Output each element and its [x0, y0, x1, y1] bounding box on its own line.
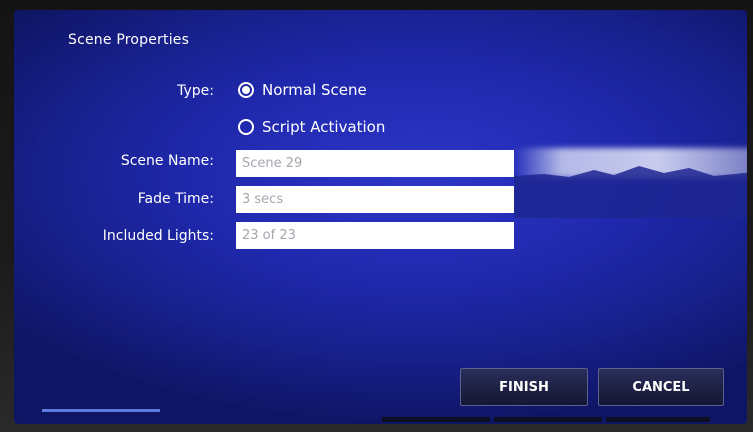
radio-normal-scene[interactable]: Normal Scene — [238, 81, 367, 99]
cancel-button[interactable]: CANCEL — [598, 368, 724, 406]
bottom-bar-segment — [606, 417, 710, 422]
finish-button[interactable]: FINISH — [460, 368, 588, 406]
included-lights-label: Included Lights: — [102, 228, 214, 244]
bottom-bar-segment — [494, 417, 602, 422]
bottom-accent-line — [42, 409, 160, 412]
type-label: Type: — [177, 83, 214, 99]
radio-normal-scene-label: Normal Scene — [262, 81, 367, 99]
radio-script-activation-label: Script Activation — [262, 118, 386, 136]
touch-screen: Scene Properties Type: Normal Scene Scri… — [14, 10, 747, 424]
scene-name-field[interactable]: Scene 29 — [236, 150, 514, 177]
radio-unselected-icon[interactable] — [238, 119, 254, 135]
included-lights-field[interactable]: 23 of 23 — [236, 222, 514, 249]
radio-script-activation[interactable]: Script Activation — [238, 118, 385, 136]
bottom-bar-segment — [382, 417, 490, 422]
fade-time-field[interactable]: 3 secs — [236, 186, 514, 213]
scene-name-label: Scene Name: — [120, 153, 214, 169]
dialog-title: Scene Properties — [68, 32, 190, 48]
mountain-silhouette — [514, 166, 747, 218]
radio-selected-icon[interactable] — [238, 82, 254, 98]
fade-time-label: Fade Time: — [137, 191, 214, 207]
